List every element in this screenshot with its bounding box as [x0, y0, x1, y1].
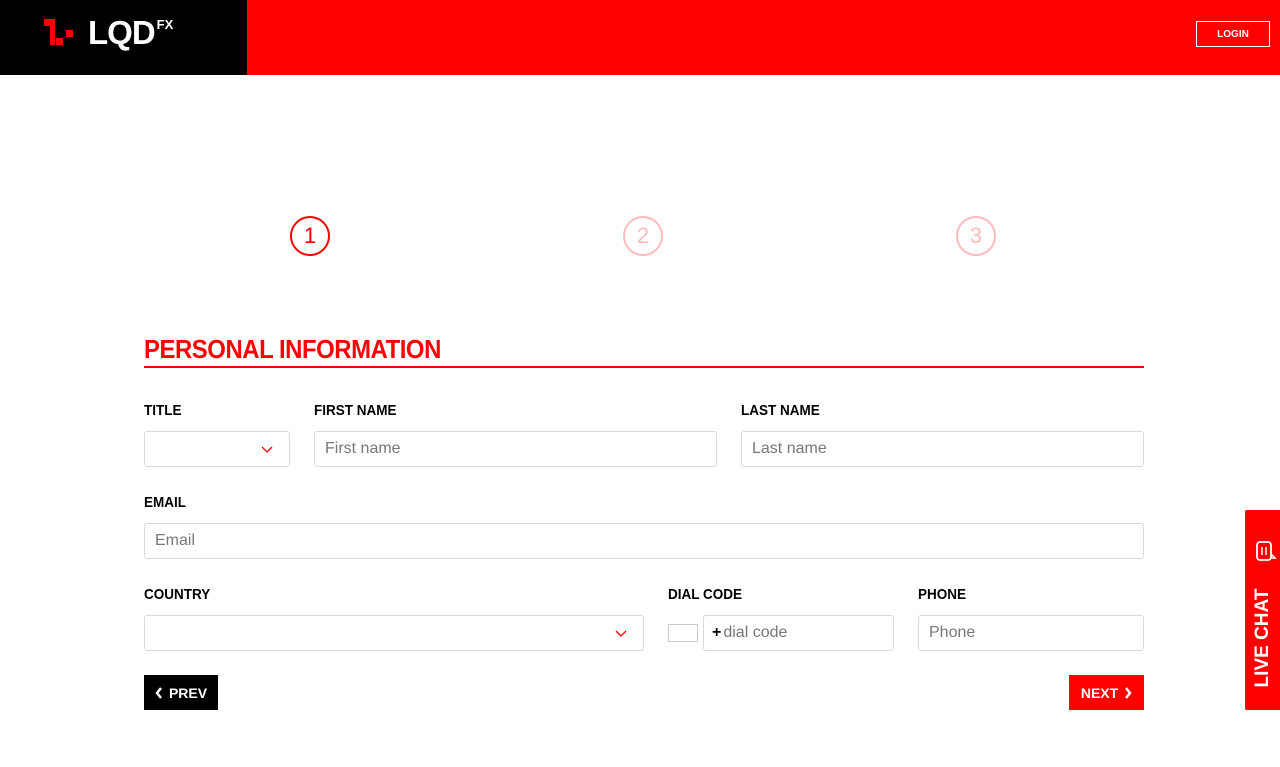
- logo-text: LQD: [88, 14, 156, 51]
- top-header: LQD FX LOGIN: [0, 0, 1280, 75]
- chevron-down-icon: [615, 630, 627, 637]
- email-input[interactable]: [144, 523, 1144, 559]
- logo-mark-group: LQD FX: [44, 14, 174, 51]
- dial-code-prefix: +: [712, 624, 722, 641]
- chevron-right-icon: [1125, 686, 1132, 699]
- first-name-label: FIRST NAME: [314, 402, 397, 419]
- chevron-left-icon: [155, 686, 162, 699]
- country-label: COUNTRY: [144, 586, 211, 603]
- logo-superscript: FX: [156, 17, 174, 32]
- title-label: TITLE: [144, 402, 182, 419]
- email-label: EMAIL: [144, 494, 187, 511]
- step-2: 2: [623, 216, 663, 256]
- step-3: 3: [956, 216, 996, 256]
- chat-icon: [1256, 541, 1277, 561]
- dial-code-input[interactable]: [723, 624, 884, 642]
- dial-code-flag[interactable]: [668, 624, 698, 642]
- live-chat-tab[interactable]: LIVE CHAT: [1245, 510, 1280, 710]
- country-select[interactable]: [144, 615, 644, 651]
- dial-code-field: +: [703, 615, 894, 651]
- live-chat-label: LIVE CHAT: [1251, 588, 1273, 688]
- chevron-down-icon: [261, 446, 273, 453]
- phone-label: PHONE: [918, 586, 967, 603]
- prev-button[interactable]: PREV: [144, 675, 218, 710]
- next-button[interactable]: NEXT: [1069, 675, 1144, 710]
- next-label: NEXT: [1080, 684, 1119, 701]
- last-name-input[interactable]: [741, 431, 1144, 467]
- logo[interactable]: LQD FX: [0, 0, 247, 75]
- step-indicator: 1 2 3: [0, 216, 1280, 256]
- title-select[interactable]: [144, 431, 290, 467]
- dial-code-label: DIAL CODE: [668, 586, 743, 603]
- phone-input[interactable]: [918, 615, 1144, 651]
- section-title: PERSONAL INFORMATION: [144, 334, 441, 364]
- first-name-input[interactable]: [314, 431, 717, 467]
- prev-label: PREV: [168, 684, 208, 701]
- section-divider: [144, 366, 1144, 368]
- login-button[interactable]: LOGIN: [1196, 21, 1270, 47]
- last-name-label: LAST NAME: [741, 402, 820, 419]
- logo-mark-icon: [44, 16, 84, 48]
- step-1: 1: [290, 216, 330, 256]
